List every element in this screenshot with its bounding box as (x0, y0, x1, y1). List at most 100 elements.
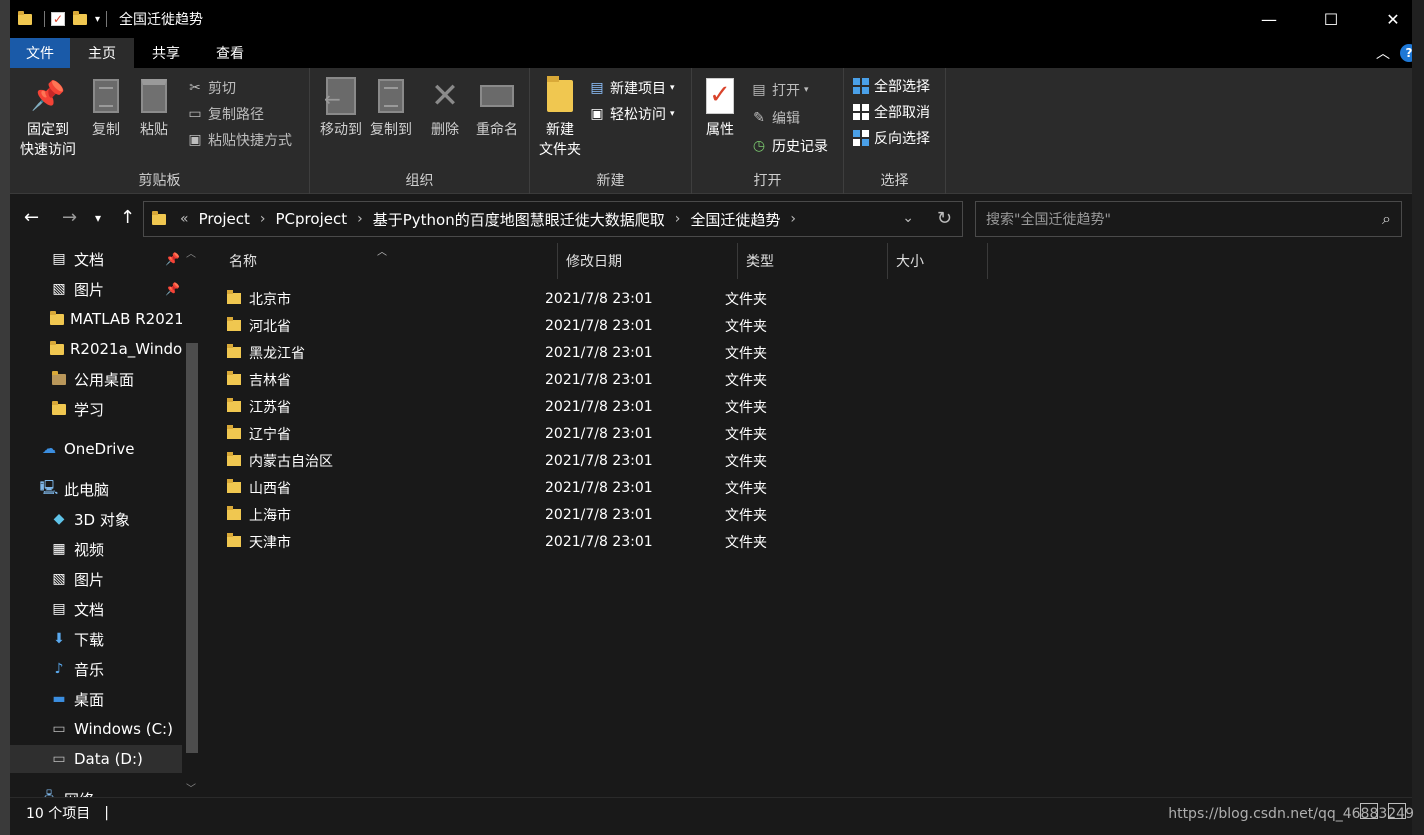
copy-to-button[interactable]: 复制到 (364, 76, 418, 140)
nav-item-study[interactable]: 学习 (10, 395, 182, 423)
select-all-button[interactable]: 全部选择 (852, 74, 930, 98)
music-icon: ♪ (54, 661, 64, 677)
nav-item-desktop[interactable]: ▬ 桌面 (10, 685, 182, 713)
file-type: 文件夹 (725, 480, 767, 497)
file-type: 文件夹 (725, 318, 767, 335)
chevron-right-icon[interactable]: › (357, 211, 363, 227)
easy-access-button[interactable]: ▣ 轻松访问 ▾ (588, 102, 674, 126)
copy-path-button[interactable]: ▭ 复制路径 (186, 102, 264, 126)
refresh-icon[interactable]: ↻ (937, 208, 952, 229)
file-row[interactable]: 北京市 2021/7/8 23:01 文件夹 (227, 285, 987, 312)
minimize-icon[interactable]: — (1238, 0, 1300, 38)
download-icon: ⬇ (53, 631, 65, 647)
file-row[interactable]: 辽宁省 2021/7/8 23:01 文件夹 (227, 420, 987, 447)
paste-button[interactable]: 粘贴 (134, 76, 174, 140)
scroll-down-icon[interactable]: ﹀ (186, 780, 196, 795)
search-icon[interactable]: ⌕ (1382, 209, 1391, 229)
nav-item-pictures-pinned[interactable]: ▧ 图片 📌 (10, 275, 182, 303)
chevron-right-icon[interactable]: › (260, 211, 266, 227)
nav-item-this-pc[interactable]: 🖳 此电脑 (10, 475, 182, 503)
cloud-icon: ☁ (42, 441, 56, 457)
tab-file[interactable]: 文件 (10, 38, 70, 68)
scrollbar-thumb[interactable] (186, 343, 198, 753)
pin-to-quick-access-button[interactable]: 📌 固定到 快速访问 (16, 76, 80, 160)
file-row[interactable]: 内蒙古自治区 2021/7/8 23:01 文件夹 (227, 447, 987, 474)
copy-button[interactable]: 复制 (86, 76, 126, 140)
folder-icon (18, 10, 32, 25)
nav-item-downloads[interactable]: ⬇ 下载 (10, 625, 182, 653)
maximize-icon[interactable]: ☐ (1300, 0, 1362, 38)
nav-item-onedrive[interactable]: ☁ OneDrive (10, 435, 182, 463)
tab-share[interactable]: 共享 (134, 38, 198, 68)
collapse-ribbon-icon[interactable]: ︿ (1376, 43, 1390, 63)
new-folder-button[interactable]: 新建 文件夹 (534, 76, 586, 160)
breadcrumb-item[interactable]: 基于Python的百度地图慧眼迁徙大数据爬取 (373, 209, 665, 230)
breadcrumb-item[interactable]: 全国迁徙趋势 (690, 209, 780, 230)
open-button[interactable]: ▤ 打开 ▾ (750, 78, 808, 102)
column-header-size[interactable]: 大小 (888, 243, 988, 279)
nav-item-videos[interactable]: ▦ 视频 (10, 535, 182, 563)
folder-icon (227, 371, 241, 385)
group-label-organize: 组织 (405, 173, 434, 189)
column-header-name[interactable]: 名称 ︿ (207, 243, 558, 279)
address-dropdown-icon[interactable]: ⌄ (902, 210, 914, 226)
address-bar[interactable]: « Project › PCproject › 基于Python的百度地图慧眼迁… (143, 201, 963, 237)
nav-item-public-desktop[interactable]: 公用桌面 (10, 365, 182, 393)
history-button[interactable]: ◷ 历史记录 (750, 134, 828, 158)
forward-arrow-icon[interactable]: → (62, 207, 77, 228)
nav-item-documents[interactable]: ▤ 文档 (10, 595, 182, 623)
properties-icon[interactable]: ✓ (51, 12, 65, 26)
column-header-date[interactable]: 修改日期 (558, 243, 738, 279)
breadcrumb-item[interactable]: Project (199, 210, 250, 228)
customize-toolbar-icon[interactable]: ▾ (95, 14, 100, 25)
nav-item-3d-objects[interactable]: ◆ 3D 对象 (10, 505, 182, 533)
file-name: 吉林省 (249, 372, 291, 389)
invert-selection-button[interactable]: 反向选择 (852, 126, 930, 150)
address-overflow[interactable]: « (180, 211, 189, 227)
edit-button[interactable]: ✎ 编辑 (750, 106, 800, 130)
back-arrow-icon[interactable]: ← (24, 207, 39, 228)
column-header-type[interactable]: 类型 (738, 243, 888, 279)
nav-item-matlab[interactable]: MATLAB R2021 (10, 305, 182, 333)
folder-icon (227, 506, 241, 520)
delete-button[interactable]: ✕ 删除 (424, 76, 466, 140)
breadcrumb-item[interactable]: PCproject (276, 210, 348, 228)
nav-item-documents-pinned[interactable]: ▤ 文档 📌 (10, 245, 182, 273)
scroll-up-icon[interactable]: ︿ (186, 245, 196, 260)
chevron-right-icon[interactable]: › (790, 211, 796, 227)
up-arrow-icon[interactable]: ↑ (120, 207, 135, 228)
new-folder-icon[interactable] (73, 10, 87, 25)
rename-button[interactable]: 重命名 (470, 76, 524, 140)
new-item-button[interactable]: ▤ 新建项目 ▾ (588, 76, 674, 100)
nav-item-drive-c[interactable]: ▭ Windows (C:) (10, 715, 182, 743)
file-row[interactable]: 山西省 2021/7/8 23:01 文件夹 (227, 474, 987, 501)
chevron-right-icon[interactable]: › (675, 211, 681, 227)
properties-button[interactable]: ✓ 属性 (702, 76, 738, 140)
paste-shortcut-button[interactable]: ▣ 粘贴快捷方式 (186, 128, 292, 152)
file-row[interactable]: 黑龙江省 2021/7/8 23:01 文件夹 (227, 339, 987, 366)
file-row[interactable]: 河北省 2021/7/8 23:01 文件夹 (227, 312, 987, 339)
nav-item-label: 文档 (74, 250, 105, 269)
file-row[interactable]: 天津市 2021/7/8 23:01 文件夹 (227, 528, 987, 555)
select-none-button[interactable]: 全部取消 (852, 100, 930, 124)
file-row[interactable]: 吉林省 2021/7/8 23:01 文件夹 (227, 366, 987, 393)
recent-locations-chevron-icon[interactable]: ▾ (95, 211, 101, 225)
nav-item-drive-d[interactable]: ▭ Data (D:) (10, 745, 182, 773)
edit-label: 编辑 (772, 111, 800, 127)
search-input[interactable]: 搜索"全国迁徙趋势" ⌕ (975, 201, 1402, 237)
nav-item-music[interactable]: ♪ 音乐 (10, 655, 182, 683)
cut-button[interactable]: ✂ 剪切 (186, 76, 236, 100)
move-to-button[interactable]: 移动到 (314, 76, 368, 140)
file-row[interactable]: 江苏省 2021/7/8 23:01 文件夹 (227, 393, 987, 420)
nav-item-pictures[interactable]: ▧ 图片 (10, 565, 182, 593)
nav-item-r2021a[interactable]: R2021a_Windo (10, 335, 182, 363)
tab-view[interactable]: 查看 (198, 38, 262, 68)
nav-pane-scrollbar[interactable]: ︿ ﹀ (182, 243, 202, 797)
folder-icon (227, 452, 241, 466)
folder-icon (227, 479, 241, 493)
tab-home[interactable]: 主页 (70, 38, 134, 68)
properties-label: 属性 (706, 122, 734, 138)
nav-item-network[interactable]: 🖧 网络 (10, 785, 182, 797)
file-row[interactable]: 上海市 2021/7/8 23:01 文件夹 (227, 501, 987, 528)
invert-selection-icon (852, 129, 870, 147)
